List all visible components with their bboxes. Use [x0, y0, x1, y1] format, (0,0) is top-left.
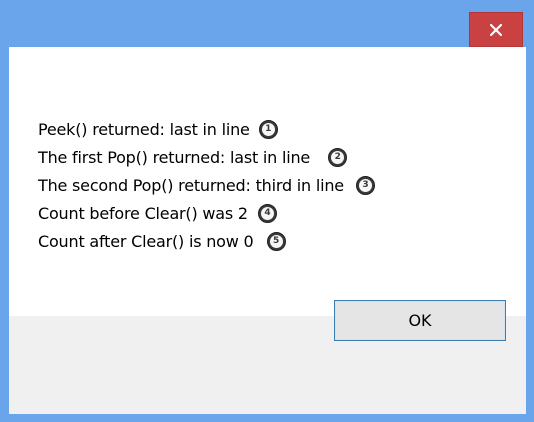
- callout-badge: 2: [328, 148, 348, 167]
- close-icon: [490, 23, 502, 36]
- title-bar: [0, 0, 534, 47]
- callout-badge: 4: [257, 204, 277, 223]
- dialog-client-area: Peek() returned: last in line 1 The firs…: [9, 47, 526, 414]
- message-area: Peek() returned: last in line 1 The firs…: [9, 47, 526, 316]
- dialog-window: Peek() returned: last in line 1 The firs…: [0, 0, 534, 422]
- callout-badge: 5: [266, 232, 286, 251]
- message-line: Count after Clear() is now 0 5: [38, 232, 286, 251]
- callout-number: 1: [261, 123, 275, 136]
- ok-button[interactable]: OK: [334, 300, 506, 341]
- message-text: Peek() returned: last in line: [38, 120, 250, 139]
- message-text: Count before Clear() was 2: [38, 204, 248, 223]
- message-text: The second Pop() returned: third in line: [38, 176, 344, 195]
- callout-number: 4: [260, 207, 274, 220]
- close-button[interactable]: [469, 12, 523, 47]
- message-line: Count before Clear() was 2 4: [38, 204, 277, 223]
- callout-number: 5: [269, 235, 283, 248]
- message-line: The first Pop() returned: last in line 2: [38, 148, 348, 167]
- callout-badge: 1: [258, 120, 278, 139]
- message-line: The second Pop() returned: third in line…: [38, 176, 375, 195]
- message-text: The first Pop() returned: last in line: [38, 148, 311, 167]
- callout-badge: 3: [355, 176, 375, 195]
- message-text: Count after Clear() is now 0: [38, 232, 254, 251]
- callout-number: 2: [331, 151, 345, 164]
- callout-number: 3: [358, 179, 372, 192]
- message-line: Peek() returned: last in line 1: [38, 120, 278, 139]
